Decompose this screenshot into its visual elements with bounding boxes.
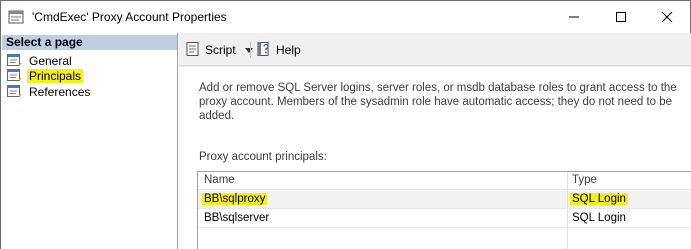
close-button[interactable] [644,1,690,33]
page-content-pane: Script Help Add or remove SQL Server log… [179,33,691,249]
help-label: Help [276,43,301,57]
properties-window: 'CmdExec' Proxy Account Properties Selec… [0,0,691,249]
principal-name: BB\sqlproxy [202,193,268,205]
principals-grid[interactable]: Name Type BB\sqlproxy SQL Login BB\sqlse… [197,171,691,249]
page-icon [7,69,23,83]
grid-label: Proxy account principals: [199,151,327,163]
title-bar[interactable]: 'CmdExec' Proxy Account Properties [1,1,690,33]
chevron-down-icon[interactable] [244,43,253,57]
help-button[interactable]: Help [256,41,301,59]
maximize-icon [616,12,626,22]
nav-item-principals[interactable]: Principals [7,68,84,84]
help-book-icon [256,41,272,60]
page-icon [7,85,23,99]
page-navigation: Select a page General Principals Referen… [1,33,178,249]
toolbar-separator [250,42,251,58]
maximize-button[interactable] [598,1,644,33]
minimize-button[interactable] [551,1,597,33]
toolbar: Script Help [179,33,691,66]
grid-header: Name Type [198,172,691,190]
properties-window-icon [8,9,24,25]
nav-item-label: References [29,85,91,99]
page-icon [7,54,23,68]
column-header-name[interactable]: Name [204,174,235,186]
select-page-header: Select a page [2,35,177,50]
principals-page: Add or remove SQL Server logins, server … [179,67,691,249]
column-divider[interactable] [567,172,568,249]
nav-item-label: General [29,54,72,68]
close-icon [661,11,673,23]
page-description: Add or remove SQL Server logins, server … [199,82,677,122]
window-title: 'CmdExec' Proxy Account Properties [32,10,227,24]
principal-name: BB\sqlserver [204,212,270,224]
principal-type: SQL Login [570,193,628,205]
principal-type: SQL Login [572,212,626,224]
minimize-icon [569,16,579,18]
nav-item-label: Principals [27,69,84,83]
nav-item-general[interactable]: General [7,53,74,69]
column-header-type[interactable]: Type [572,174,597,186]
script-label: Script [205,43,236,57]
script-icon [185,41,201,60]
script-button[interactable]: Script [185,41,253,59]
table-row[interactable]: BB\sqlserver SQL Login [198,210,691,228]
table-row[interactable]: BB\sqlproxy SQL Login [198,191,691,209]
nav-item-references[interactable]: References [7,84,92,100]
